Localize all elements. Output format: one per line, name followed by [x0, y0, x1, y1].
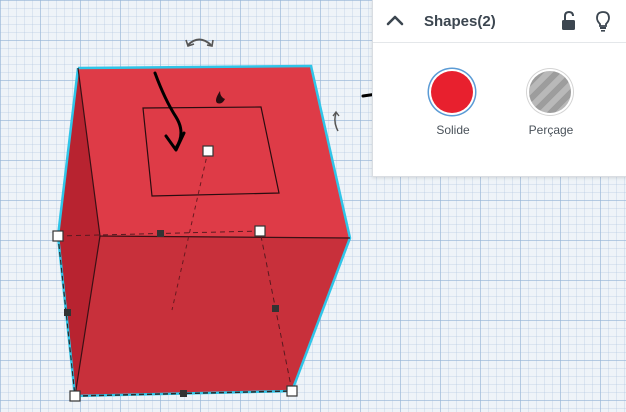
handle-mid-right[interactable]: [272, 305, 279, 312]
handle-corner-back[interactable]: [254, 225, 266, 237]
box-front-face[interactable]: [75, 236, 350, 396]
red-box-shape[interactable]: [52, 64, 352, 402]
handle-center-top[interactable]: [202, 145, 214, 157]
solid-color-swatch[interactable]: [431, 71, 473, 113]
inspector-header: Shapes(2): [373, 0, 626, 43]
rotate-handle-icon[interactable]: [185, 38, 214, 48]
hole-label: Perçage: [528, 123, 574, 137]
hole-swatch[interactable]: [529, 71, 571, 113]
handle-corner-bottom-right[interactable]: [286, 385, 298, 397]
handle-mid-bottom[interactable]: [180, 390, 187, 397]
hole-option[interactable]: Perçage: [516, 68, 586, 148]
lightbulb-icon[interactable]: [591, 9, 615, 33]
handle-mid-top[interactable]: [157, 230, 164, 237]
unlock-icon[interactable]: [557, 9, 581, 33]
shape-inspector-panel: Shapes(2) Solide Perçage: [372, 0, 626, 177]
handle-corner-bottom-left[interactable]: [69, 390, 81, 402]
solid-label: Solide: [436, 123, 470, 137]
rotate-handle-side-icon[interactable]: [332, 110, 340, 132]
box-top-face[interactable]: [78, 66, 350, 238]
handle-corner-left[interactable]: [52, 230, 64, 242]
handle-mid-left[interactable]: [64, 309, 71, 316]
inspector-title: Shapes(2): [424, 13, 496, 30]
solid-option[interactable]: Solide: [418, 68, 488, 148]
chevron-up-icon[interactable]: [383, 9, 407, 33]
